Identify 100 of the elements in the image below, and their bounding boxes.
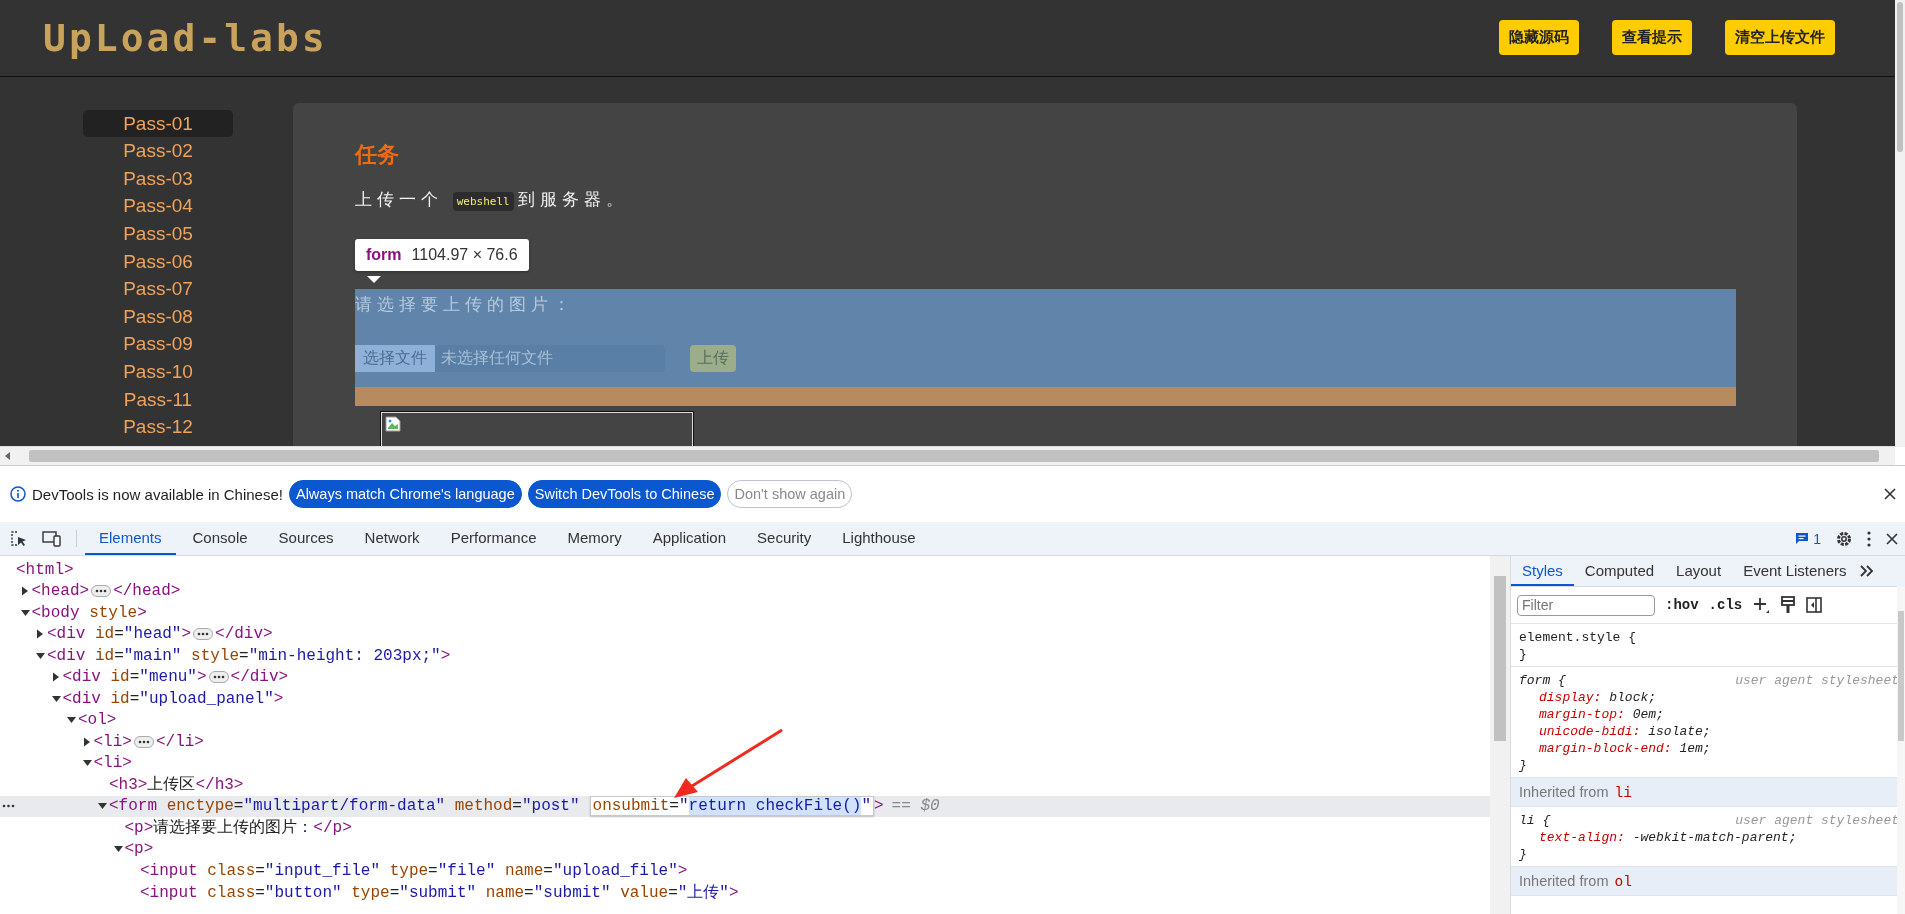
element-tag[interactable]: <p>请选择要上传的图片：</p> bbox=[124, 817, 352, 839]
menu-item[interactable]: Pass-08 bbox=[83, 303, 233, 331]
caret-down-icon[interactable] bbox=[97, 801, 109, 812]
device-toolbar-icon[interactable] bbox=[42, 530, 62, 547]
menu-item[interactable]: Pass-05 bbox=[83, 220, 233, 248]
menu-item[interactable]: Pass-01 bbox=[83, 109, 233, 138]
devtools-tab[interactable]: Console bbox=[178, 522, 262, 555]
ellipsis-icon[interactable] bbox=[208, 671, 229, 684]
menu-item[interactable]: Pass-04 bbox=[83, 192, 233, 221]
filter-field[interactable]: Filter bbox=[1517, 594, 1655, 616]
infobar-button[interactable]: Always match Chrome's language bbox=[288, 480, 522, 508]
more-icon[interactable] bbox=[2, 804, 15, 809]
vertical-scrollbar[interactable] bbox=[1490, 556, 1510, 914]
element-tag[interactable]: <div id="upload_panel"> bbox=[62, 689, 284, 708]
close-icon[interactable] bbox=[1883, 487, 1897, 501]
paint-brush-icon[interactable] bbox=[1780, 596, 1797, 614]
devtools-tab[interactable]: Lighthouse bbox=[828, 522, 930, 555]
file-status: 未选择任何文件 bbox=[435, 344, 665, 372]
caret-down-icon[interactable] bbox=[19, 607, 32, 618]
menu-item[interactable]: Pass-12 bbox=[83, 413, 233, 441]
double-chevron-icon[interactable] bbox=[1859, 565, 1874, 577]
menu-item[interactable]: Pass-03 bbox=[83, 165, 233, 193]
devtools-tab[interactable]: Network bbox=[350, 522, 434, 555]
css-declaration[interactable]: text-align: -webkit-match-parent; bbox=[1519, 829, 1899, 846]
plus-icon[interactable] bbox=[1752, 596, 1771, 614]
issues-counter[interactable]: 1 bbox=[1795, 530, 1821, 547]
style-toggle[interactable]: .cls bbox=[1708, 597, 1743, 613]
task-description: 上传一个 webshell 到服务器。 bbox=[355, 188, 628, 213]
closing-tag: </head> bbox=[113, 582, 181, 601]
caret-down-icon[interactable] bbox=[50, 693, 63, 704]
devtools-tab[interactable]: Memory bbox=[553, 522, 636, 555]
element-tag[interactable]: <p> bbox=[124, 840, 154, 859]
menu-item[interactable]: Pass-07 bbox=[83, 275, 233, 303]
menu-item[interactable]: Pass-09 bbox=[83, 330, 233, 359]
caret-down-icon[interactable] bbox=[66, 715, 78, 726]
sidebar-tab[interactable]: Layout bbox=[1665, 556, 1733, 586]
more-options-icon[interactable] bbox=[1867, 530, 1871, 547]
element-tag[interactable]: <input class="button" type="submit" name="submit" value="上传"> bbox=[140, 881, 739, 903]
devtools-tab[interactable]: Security bbox=[743, 522, 826, 555]
menu-item[interactable]: Pass-11 bbox=[83, 385, 233, 414]
sidebar-toggle-icon[interactable] bbox=[1806, 597, 1823, 613]
menu-item[interactable]: Pass-06 bbox=[83, 247, 233, 276]
caret-down-icon[interactable] bbox=[112, 844, 125, 855]
inherited-from-label: Inherited from ol bbox=[1519, 872, 1632, 890]
element-tag[interactable]: <h3>上传区</h3> bbox=[109, 774, 244, 796]
menu-item[interactable]: Pass-10 bbox=[83, 358, 233, 386]
element-tag[interactable]: <head> bbox=[31, 582, 90, 601]
css-declaration[interactable]: margin-block-end: 1em; bbox=[1519, 740, 1899, 757]
element-tag[interactable]: <input class="input_file" type="file" name="upload_file"> bbox=[140, 861, 688, 880]
settings-icon[interactable] bbox=[1835, 529, 1853, 548]
devtools-tab[interactable]: Application bbox=[638, 522, 741, 555]
ellipsis-icon[interactable] bbox=[91, 585, 112, 598]
css-declaration[interactable]: display: block; bbox=[1519, 689, 1899, 706]
header-button[interactable]: 隐藏源码 bbox=[1499, 20, 1579, 56]
infobar-button[interactable]: Don't show again bbox=[727, 480, 853, 508]
message-icon bbox=[1795, 532, 1810, 545]
sidebar-tab[interactable]: Event Listeners bbox=[1732, 556, 1858, 586]
sidebar-tab[interactable]: Styles bbox=[1511, 556, 1574, 586]
scroll-left-icon[interactable] bbox=[3, 451, 13, 462]
caret-down-icon[interactable] bbox=[81, 758, 94, 769]
inspect-icon[interactable] bbox=[10, 529, 28, 548]
caret-down-icon[interactable] bbox=[35, 650, 47, 661]
attribute-editor[interactable]: onsubmit="return checkFile()" bbox=[589, 796, 874, 817]
closing-tag: </div> bbox=[230, 668, 289, 687]
upload-prompt: 请选择要上传的图片： bbox=[355, 294, 575, 315]
close-icon[interactable] bbox=[1885, 531, 1899, 546]
element-tag[interactable]: <div id="head"> bbox=[47, 625, 192, 644]
closing-tag: </li> bbox=[155, 732, 204, 751]
element-tag[interactable]: <body style> bbox=[31, 603, 147, 622]
element-tag[interactable]: <form enctype="multipart/form-data" method="post" bbox=[109, 797, 580, 816]
css-declaration[interactable]: unicode-bidi: isolate; bbox=[1519, 723, 1899, 740]
devtools-tab[interactable]: Sources bbox=[264, 522, 348, 555]
element-tag[interactable]: <div id="menu"> bbox=[62, 668, 207, 687]
tooltip-pointer bbox=[367, 275, 381, 283]
devtools-tab[interactable]: Elements bbox=[85, 522, 176, 555]
rule-origin: user agent stylesheet bbox=[1735, 812, 1899, 829]
css-declaration[interactable]: margin-top: 0em; bbox=[1519, 706, 1899, 723]
sidebar-tab[interactable]: Computed bbox=[1573, 556, 1666, 586]
css-selector: element.style { bbox=[1519, 629, 1637, 646]
element-tag[interactable]: <li> bbox=[93, 732, 132, 751]
ellipsis-icon[interactable] bbox=[133, 735, 154, 748]
inherited-from-label: Inherited from li bbox=[1519, 783, 1632, 801]
element-tag[interactable]: <div id="main" style="min-height: 203px;"> bbox=[47, 646, 451, 665]
vertical-scrollbar[interactable] bbox=[1895, 0, 1905, 447]
devtools-tab[interactable]: Performance bbox=[436, 522, 551, 555]
closing-brace: } bbox=[1519, 758, 1527, 773]
header-button[interactable]: 查看提示 bbox=[1612, 20, 1692, 56]
horizontal-scrollbar[interactable] bbox=[0, 446, 1895, 465]
element-tag[interactable]: <ol> bbox=[78, 711, 117, 730]
infobar-button[interactable]: Switch DevTools to Chinese bbox=[527, 480, 722, 508]
header-button[interactable]: 清空上传文件 bbox=[1725, 20, 1835, 56]
css-selector: li { bbox=[1519, 812, 1551, 829]
infobar-message: DevTools is now available in Chinese! bbox=[32, 485, 283, 503]
ellipsis-icon[interactable] bbox=[193, 628, 214, 641]
tag-bracket: > bbox=[874, 797, 884, 816]
element-tag[interactable]: <html> bbox=[16, 560, 74, 579]
style-toggle[interactable]: :hov bbox=[1665, 597, 1699, 613]
element-tag[interactable]: <li> bbox=[93, 754, 132, 773]
menu-item[interactable]: Pass-02 bbox=[83, 137, 233, 166]
selected-node-hint: == $0 bbox=[891, 797, 940, 816]
